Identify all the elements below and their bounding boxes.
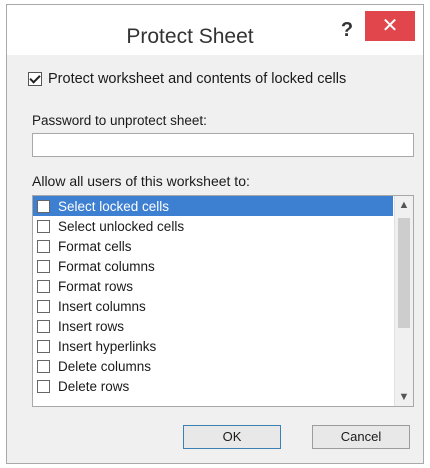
permission-item[interactable]: Delete rows [33,376,393,396]
permission-item[interactable]: Format rows [33,276,393,296]
protect-worksheet-label: Protect worksheet and contents of locked… [48,71,347,87]
close-icon: ✕ [381,15,399,37]
permission-checkbox[interactable] [37,339,50,353]
permission-label: Insert hyperlinks [58,338,157,354]
permission-item[interactable]: Format columns [33,256,393,276]
permission-label: Select locked cells [58,198,170,214]
permission-label: Insert rows [58,318,125,334]
permission-item[interactable]: Format cells [33,236,393,256]
chevron-down-icon[interactable]: ▼ [395,388,413,406]
permission-item[interactable]: Delete columns [33,356,393,376]
permission-checkbox[interactable] [37,359,50,373]
permission-checkbox[interactable] [37,199,50,213]
permission-item[interactable]: Insert rows [33,316,393,336]
permissions-list: Select locked cells Select unlocked cells… [33,196,393,396]
permission-label: Format cells [58,238,132,254]
scroll-thumb[interactable] [398,218,410,328]
protect-sheet-dialog: Protect Sheet ? ✕ Protect worksheet and … [6,4,424,464]
permission-label: Delete columns [58,358,152,374]
help-button[interactable]: ? [337,19,357,43]
permission-checkbox[interactable] [37,239,50,253]
protect-worksheet-checkbox-row[interactable]: Protect worksheet and contents of locked… [28,71,346,87]
permission-label: Delete rows [58,378,130,394]
permission-label: Insert columns [58,298,146,314]
permission-item[interactable]: Insert hyperlinks [33,336,393,356]
title-bar: Protect Sheet ? ✕ [7,5,423,55]
permission-item[interactable]: Insert columns [33,296,393,316]
permission-label: Format columns [58,258,155,274]
dialog-content: Protect worksheet and contents of locked… [7,55,423,463]
permission-checkbox[interactable] [37,279,50,293]
ok-button[interactable]: OK [183,425,281,449]
permission-label: Select unlocked cells [58,218,185,234]
allow-users-label: Allow all users of this worksheet to: [32,173,250,189]
permission-checkbox[interactable] [37,219,50,233]
permission-item[interactable]: Select unlocked cells [33,216,393,236]
permission-checkbox[interactable] [37,299,50,313]
dialog-title: Protect Sheet [126,25,254,48]
password-label: Password to unprotect sheet: [32,113,207,128]
permission-checkbox[interactable] [37,259,50,273]
protect-worksheet-checkbox[interactable] [28,72,42,86]
permission-checkbox[interactable] [37,379,50,393]
permissions-listbox[interactable]: Select locked cells Select unlocked cells… [32,195,414,407]
chevron-up-icon[interactable]: ▲ [395,196,413,214]
permission-checkbox[interactable] [37,319,50,333]
permission-label: Format rows [58,278,134,294]
listbox-scrollbar[interactable]: ▲ ▼ [394,196,413,406]
cancel-button[interactable]: Cancel [312,425,410,449]
close-button[interactable]: ✕ [365,11,415,41]
permission-item[interactable]: Select locked cells [33,196,393,216]
password-input[interactable] [32,133,414,157]
